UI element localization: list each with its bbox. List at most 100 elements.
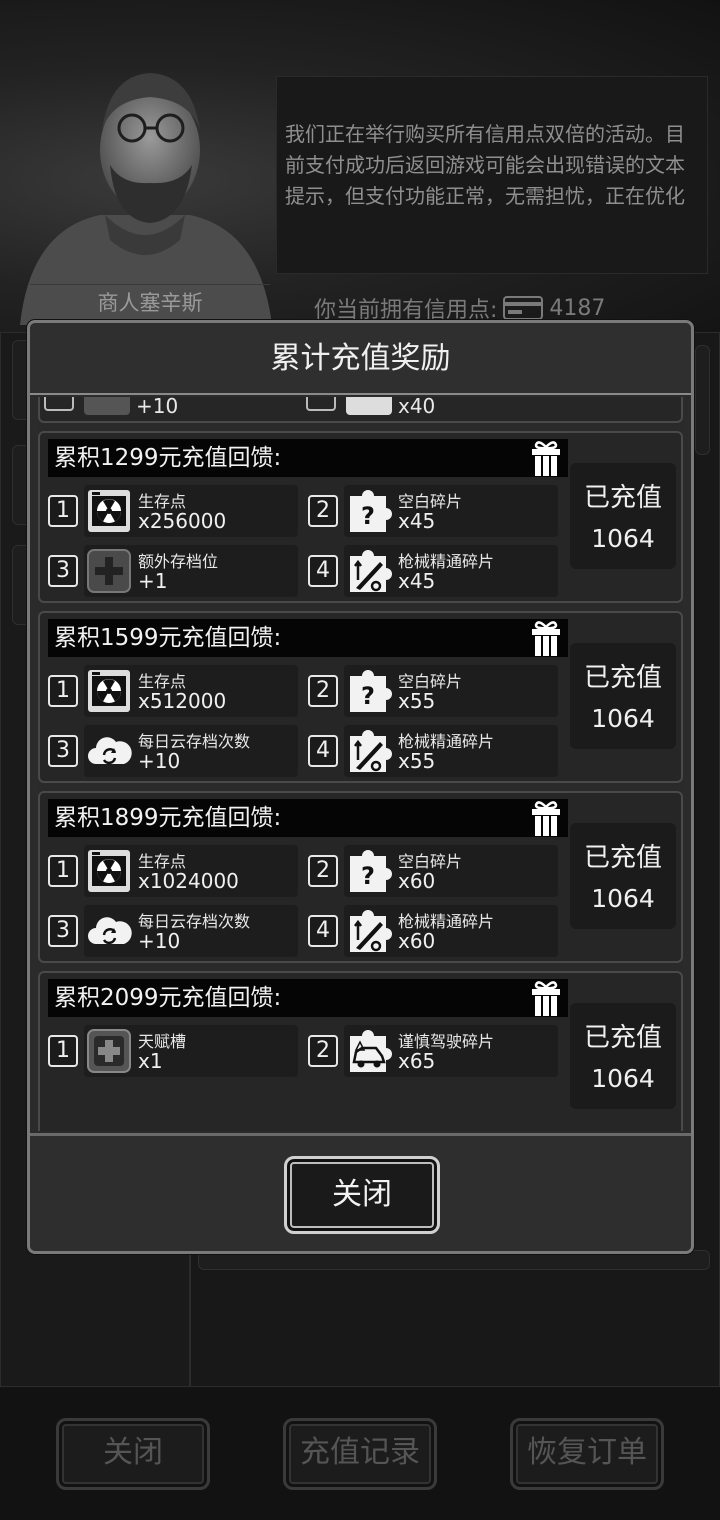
item-quantity: x60 — [398, 869, 436, 893]
reward-item[interactable]: 2? 空白碎片 x60 — [306, 845, 566, 897]
modal-footer: 关闭 — [30, 1133, 691, 1251]
reward-tier: 累积1299元充值回馈: 已充值 1064 1 生存点 x256000 2? 空白碎片 x… — [38, 431, 683, 603]
reward-item[interactable]: 4 枪械精通碎片 x55 — [306, 725, 566, 777]
reward-item[interactable]: 1 生存点 x1024000 — [46, 845, 306, 897]
recharge-history-button[interactable]: 充值记录 — [283, 1418, 437, 1490]
item-quantity: x55 — [398, 689, 436, 713]
cumulative-recharge-modal: 累计充值奖励 +10 x40 累积1299元充值回馈: 已充值 1064 1 生… — [27, 320, 694, 1254]
gift-icon[interactable] — [530, 439, 562, 477]
talent-slot-icon — [87, 1029, 131, 1073]
item-quantity: +1 — [138, 569, 168, 593]
paid-amount-box: 已充值 1064 — [570, 643, 676, 749]
item-quantity: +10 — [136, 397, 179, 418]
reward-item[interactable]: 2 谨慎驾驶碎片 x65 — [306, 1025, 566, 1077]
item-number: 1 — [48, 675, 78, 707]
tier-header: 累积2099元充值回馈: — [48, 979, 568, 1017]
reward-item[interactable]: 2? 空白碎片 x45 — [306, 485, 566, 537]
puzzle-question-icon: ? — [350, 670, 392, 712]
reward-tier: 累积2099元充值回馈: 已充值 1064 1 天赋槽 x1 2 谨慎驾驶碎片 x65 — [38, 971, 683, 1131]
paid-label: 已充值 — [583, 663, 662, 693]
paid-value: 1064 — [591, 884, 655, 913]
paid-value: 1064 — [591, 704, 655, 733]
reward-tier: 累积1599元充值回馈: 已充值 1064 1 生存点 x512000 2? 空白碎片 x… — [38, 611, 683, 783]
paid-label: 已充值 — [583, 483, 662, 513]
panel-tab — [695, 345, 710, 455]
item-quantity: x40 — [398, 397, 436, 418]
item-number: 2 — [308, 1035, 338, 1067]
merchant-speech: 我们正在举行购买所有信用点双倍的活动。目前支付成功后返回游戏可能会出现错误的文本… — [276, 76, 708, 274]
item-number: 1 — [48, 855, 78, 887]
radiation-icon — [88, 490, 130, 532]
gift-icon[interactable] — [530, 799, 562, 837]
item-quantity: x55 — [398, 749, 436, 773]
reward-list[interactable]: +10 x40 累积1299元充值回馈: 已充值 1064 1 生存点 x25600… — [38, 397, 683, 1131]
item-number-box — [306, 397, 336, 411]
gift-icon[interactable] — [530, 619, 562, 657]
reward-item[interactable]: 4 枪械精通碎片 x60 — [306, 905, 566, 957]
svg-text:?: ? — [361, 502, 375, 530]
modal-title: 累计充值奖励 — [30, 323, 691, 395]
item-quantity: x512000 — [138, 689, 227, 713]
credit-card-icon — [503, 296, 544, 320]
merchant-name: 商人塞辛斯 — [30, 284, 270, 320]
item-quantity: x256000 — [138, 509, 227, 533]
credits-value: 4187 — [549, 295, 606, 321]
paid-label: 已充值 — [583, 843, 662, 873]
item-quantity: x60 — [398, 929, 436, 953]
tier-header: 累积1899元充值回馈: — [48, 799, 568, 837]
item-quantity: x65 — [398, 1049, 436, 1073]
item-icon — [346, 397, 392, 415]
item-quantity: x1024000 — [138, 869, 239, 893]
item-number: 1 — [48, 1035, 78, 1067]
item-number: 3 — [48, 735, 78, 767]
paid-value: 1064 — [591, 1064, 655, 1093]
item-number: 3 — [48, 555, 78, 587]
item-number: 1 — [48, 495, 78, 527]
reward-item[interactable]: 4 枪械精通碎片 x45 — [306, 545, 566, 597]
puzzle-rifle-icon — [350, 550, 392, 592]
item-number-box — [44, 397, 74, 411]
cloud-sync-icon — [88, 917, 132, 945]
radiation-icon — [88, 670, 130, 712]
svg-text:?: ? — [361, 682, 375, 710]
bottom-close-button[interactable]: 关闭 — [56, 1418, 210, 1490]
tier-header: 累积1299元充值回馈: — [48, 439, 568, 477]
item-number: 3 — [48, 915, 78, 947]
reward-item[interactable]: 1 生存点 x256000 — [46, 485, 306, 537]
reward-item[interactable]: 3 每日云存档次数 +10 — [46, 905, 306, 957]
gift-icon[interactable] — [530, 979, 562, 1017]
puzzle-rifle-icon — [350, 730, 392, 772]
item-number: 2 — [308, 855, 338, 887]
restore-order-button[interactable]: 恢复订单 — [510, 1418, 664, 1490]
item-number: 2 — [308, 675, 338, 707]
item-quantity: +10 — [138, 749, 181, 773]
modal-close-button[interactable]: 关闭 — [284, 1156, 440, 1234]
reward-item[interactable]: 3 每日云存档次数 +10 — [46, 725, 306, 777]
item-icon — [84, 397, 130, 415]
reward-item[interactable]: 1 天赋槽 x1 — [46, 1025, 306, 1077]
reward-tier-partial: +10 x40 — [38, 397, 683, 423]
reward-item[interactable]: 1 生存点 x512000 — [46, 665, 306, 717]
puzzle-question-icon: ? — [350, 490, 392, 532]
puzzle-question-icon: ? — [350, 850, 392, 892]
plus-slot-icon — [87, 549, 131, 593]
puzzle-car-icon — [350, 1030, 392, 1072]
reward-item[interactable]: 3 额外存档位 +1 — [46, 545, 306, 597]
reward-item[interactable]: 2? 空白碎片 x55 — [306, 665, 566, 717]
paid-value: 1064 — [591, 524, 655, 553]
radiation-icon — [88, 850, 130, 892]
item-quantity: x45 — [398, 509, 436, 533]
paid-amount-box: 已充值 1064 — [570, 1003, 676, 1109]
item-number: 4 — [308, 735, 338, 767]
item-number: 4 — [308, 555, 338, 587]
cloud-sync-icon — [88, 737, 132, 765]
paid-label: 已充值 — [583, 1023, 662, 1053]
puzzle-rifle-icon — [350, 910, 392, 952]
svg-text:?: ? — [361, 862, 375, 890]
paid-amount-box: 已充值 1064 — [570, 823, 676, 929]
paid-amount-box: 已充值 1064 — [570, 463, 676, 569]
item-number: 4 — [308, 915, 338, 947]
item-quantity: x45 — [398, 569, 436, 593]
item-quantity: x1 — [138, 1049, 163, 1073]
item-number: 2 — [308, 495, 338, 527]
